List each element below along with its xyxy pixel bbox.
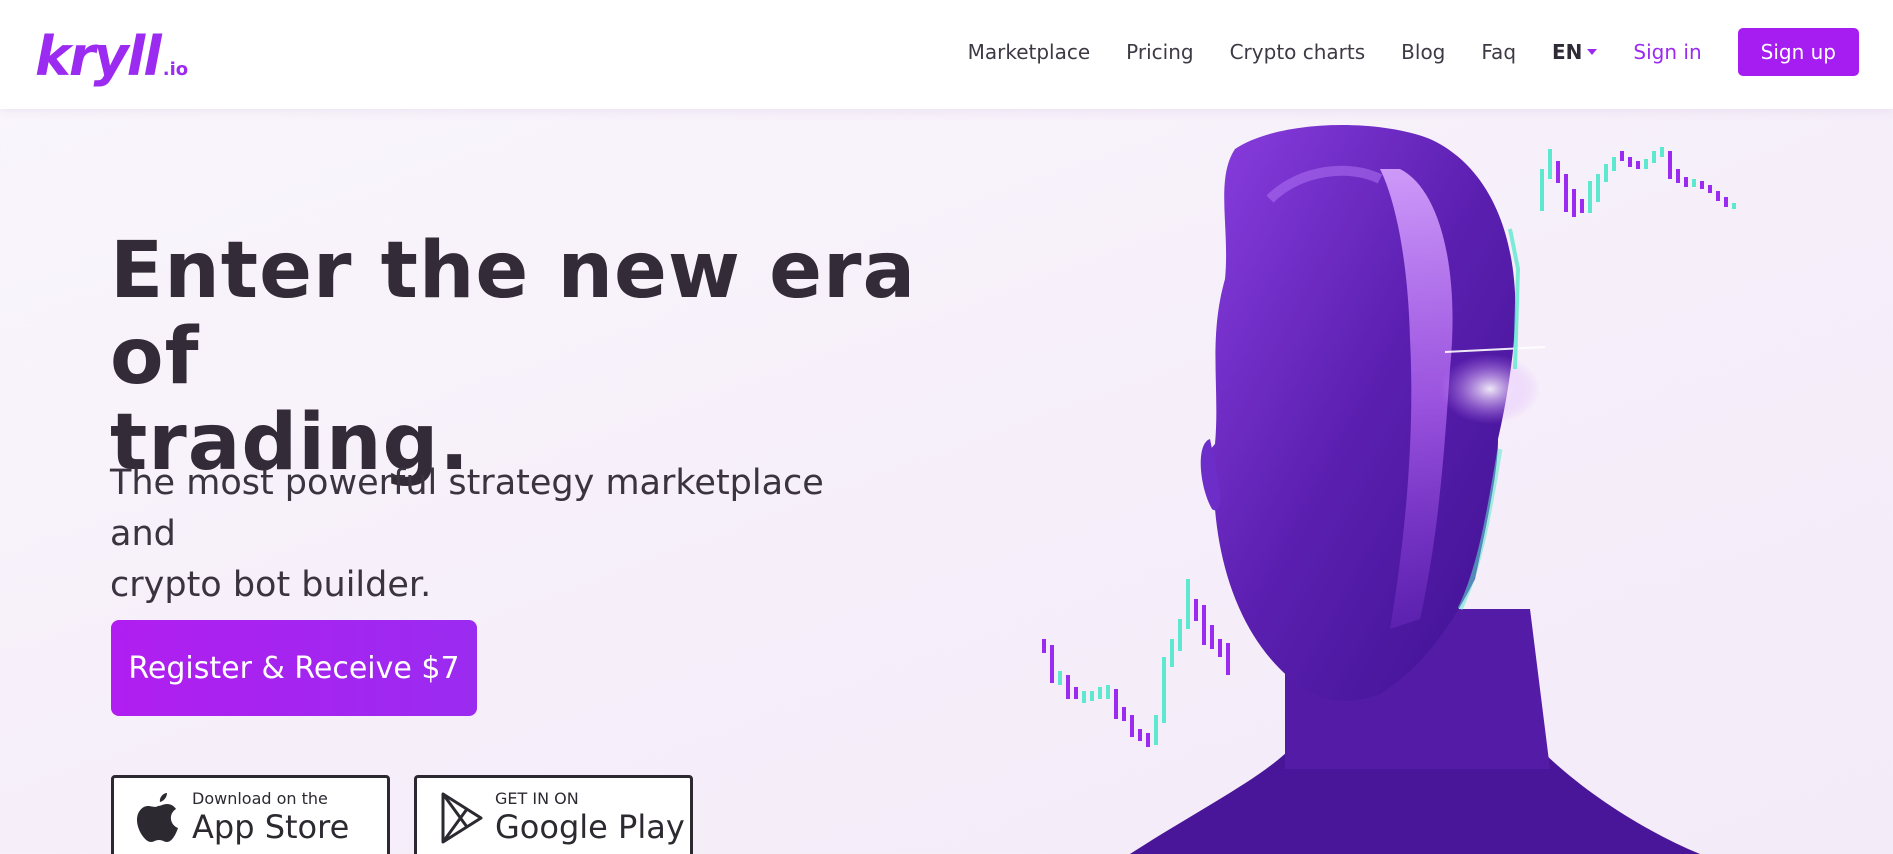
hero-subtitle: The most powerful strategy marketplace a… bbox=[110, 458, 890, 611]
chevron-down-icon bbox=[1587, 49, 1598, 55]
apple-icon bbox=[137, 793, 178, 842]
hero-title: Enter the new era of trading. bbox=[110, 228, 970, 486]
hero-illustration bbox=[1042, 125, 1736, 854]
nav-faq[interactable]: Faq bbox=[1481, 40, 1516, 64]
google-play-small-text: GET IN ON bbox=[495, 789, 579, 808]
language-selector[interactable]: EN bbox=[1552, 40, 1598, 64]
hero-title-line-1: Enter the new era of bbox=[110, 226, 917, 402]
nav-marketplace[interactable]: Marketplace bbox=[968, 40, 1091, 64]
app-store-badge[interactable]: Download on the App Store bbox=[111, 775, 390, 854]
logo-domain: .io bbox=[162, 59, 189, 80]
app-store-small-text: Download on the bbox=[192, 789, 328, 808]
logo-wordmark: kryll bbox=[35, 25, 162, 88]
top-navbar: kryll .io Marketplace Pricing Crypto cha… bbox=[0, 0, 1893, 109]
sign-up-button[interactable]: Sign up bbox=[1737, 28, 1859, 76]
nav-blog[interactable]: Blog bbox=[1401, 40, 1445, 64]
eye-glow bbox=[1440, 354, 1540, 424]
google-play-text: GET IN ON Google Play bbox=[495, 789, 685, 847]
candlestick-chart-upper bbox=[1540, 147, 1736, 217]
app-store-text: Download on the App Store bbox=[192, 789, 350, 847]
google-play-badge[interactable]: GET IN ON Google Play bbox=[414, 775, 693, 854]
hero-subtitle-line-2: crypto bot builder. bbox=[110, 565, 432, 605]
google-play-icon bbox=[441, 792, 483, 844]
nav-pricing[interactable]: Pricing bbox=[1126, 40, 1193, 64]
hero-subtitle-line-1: The most powerful strategy marketplace a… bbox=[110, 463, 824, 554]
google-play-big-text: Google Play bbox=[495, 808, 685, 846]
language-label: EN bbox=[1552, 40, 1583, 64]
main-nav: Marketplace Pricing Crypto charts Blog F… bbox=[932, 28, 1859, 76]
app-store-big-text: App Store bbox=[192, 808, 350, 846]
register-button[interactable]: Register & Receive $7 bbox=[111, 620, 477, 716]
candlestick-chart-lower bbox=[1042, 579, 1230, 747]
kryll-logo[interactable]: kryll .io bbox=[35, 14, 188, 84]
nav-crypto-charts[interactable]: Crypto charts bbox=[1230, 40, 1366, 64]
sign-in-link[interactable]: Sign in bbox=[1633, 40, 1701, 64]
